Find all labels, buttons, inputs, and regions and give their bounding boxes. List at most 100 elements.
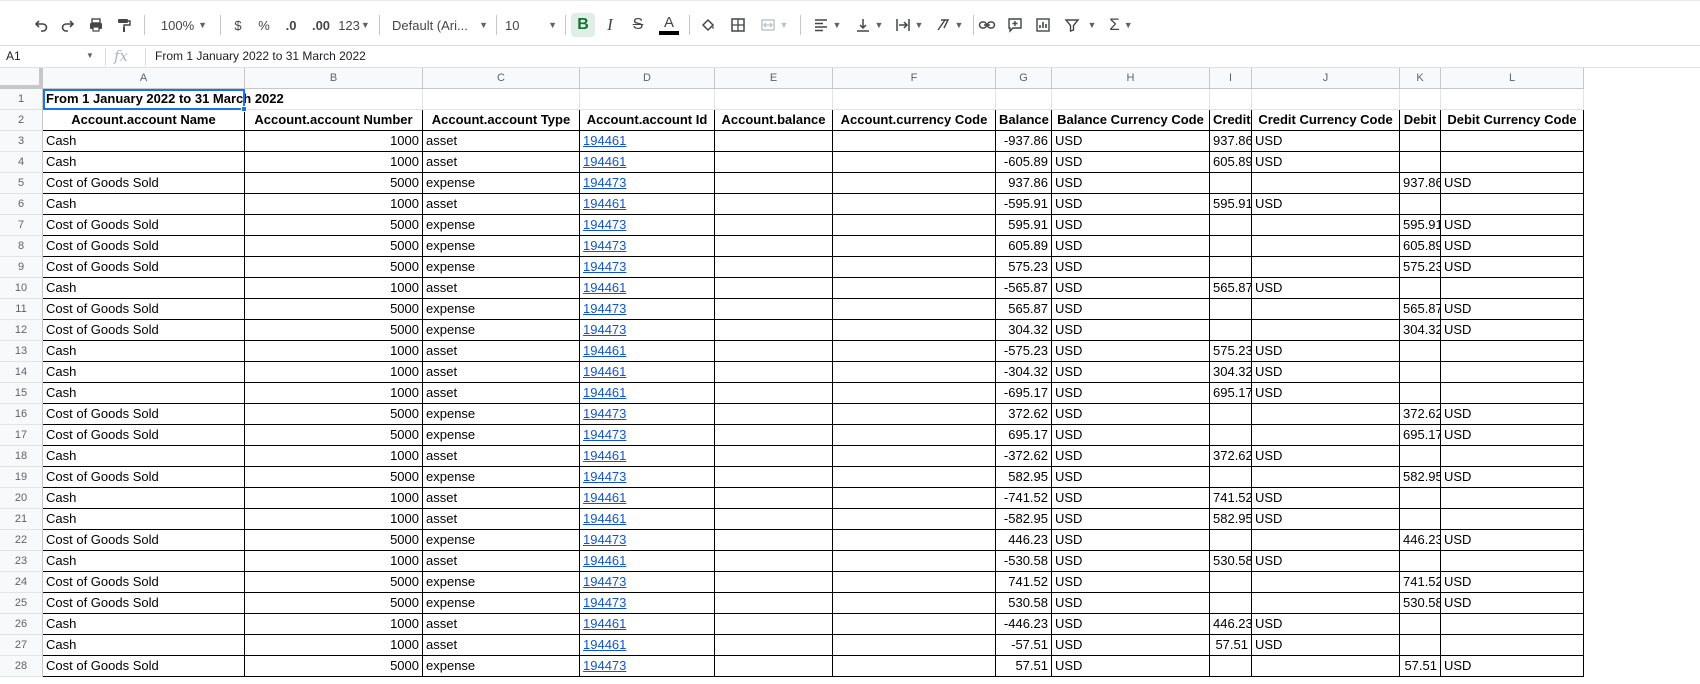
table-cell[interactable]: [833, 320, 996, 341]
table-cell[interactable]: [1210, 656, 1252, 677]
table-cell[interactable]: USD: [1252, 614, 1400, 635]
table-cell[interactable]: [1252, 572, 1400, 593]
text-wrapping-icon[interactable]: ▼: [892, 13, 926, 37]
table-cell[interactable]: USD: [1252, 446, 1400, 467]
table-cell[interactable]: 1000: [245, 152, 423, 173]
table-cell[interactable]: [1441, 194, 1584, 215]
table-cell[interactable]: [1441, 614, 1584, 635]
table-cell[interactable]: [833, 236, 996, 257]
account-id-link[interactable]: 194473: [580, 299, 715, 320]
account-id-link[interactable]: 194473: [580, 320, 715, 341]
table-cell[interactable]: -605.89: [996, 152, 1052, 173]
table-cell[interactable]: asset: [423, 635, 580, 656]
table-cell[interactable]: USD: [1052, 635, 1210, 656]
table-cell[interactable]: [715, 152, 833, 173]
table-cell[interactable]: USD: [1052, 257, 1210, 278]
table-cell[interactable]: USD: [1052, 341, 1210, 362]
table-cell[interactable]: [1441, 383, 1584, 404]
table-cell[interactable]: Cost of Goods Sold: [43, 257, 245, 278]
table-cell[interactable]: 304.32: [996, 320, 1052, 341]
table-cell[interactable]: [715, 257, 833, 278]
table-cell[interactable]: 5000: [245, 572, 423, 593]
table-cell[interactable]: [1441, 131, 1584, 152]
column-header-e[interactable]: E: [715, 68, 833, 89]
table-cell[interactable]: USD: [1252, 362, 1400, 383]
table-cell[interactable]: Cost of Goods Sold: [43, 425, 245, 446]
table-cell[interactable]: [1210, 593, 1252, 614]
table-cell[interactable]: Cost of Goods Sold: [43, 236, 245, 257]
table-cell[interactable]: [833, 299, 996, 320]
row-header-9[interactable]: 9: [0, 257, 43, 278]
table-cell[interactable]: [1400, 635, 1441, 656]
table-cell[interactable]: 575.23: [996, 257, 1052, 278]
column-header-k[interactable]: K: [1400, 68, 1441, 89]
zoom-select[interactable]: 100% ▼: [155, 13, 213, 37]
table-cell[interactable]: USD: [1052, 446, 1210, 467]
column-header-a[interactable]: A: [43, 68, 245, 89]
table-cell[interactable]: USD: [1252, 278, 1400, 299]
table-cell[interactable]: asset: [423, 551, 580, 572]
table-cell[interactable]: 575.23: [1210, 341, 1252, 362]
table-cell[interactable]: 372.62: [1210, 446, 1252, 467]
table-cell[interactable]: USD: [1052, 530, 1210, 551]
table-cell[interactable]: USD: [1441, 215, 1584, 236]
table-cell[interactable]: USD: [1052, 593, 1210, 614]
row-header-24[interactable]: 24: [0, 572, 43, 593]
table-cell[interactable]: asset: [423, 278, 580, 299]
column-header-f[interactable]: F: [833, 68, 996, 89]
table-cell[interactable]: [1400, 446, 1441, 467]
table-cell[interactable]: [1252, 530, 1400, 551]
table-cell[interactable]: 595.91: [1210, 194, 1252, 215]
account-id-link[interactable]: 194473: [580, 236, 715, 257]
table-cell[interactable]: 1000: [245, 446, 423, 467]
table-cell[interactable]: -695.17: [996, 383, 1052, 404]
table-cell[interactable]: USD: [1441, 236, 1584, 257]
table-cell[interactable]: [715, 572, 833, 593]
table-cell[interactable]: Cash: [43, 362, 245, 383]
table-cell[interactable]: [715, 131, 833, 152]
table-cell[interactable]: -304.32: [996, 362, 1052, 383]
table-cell[interactable]: USD: [1052, 215, 1210, 236]
account-id-link[interactable]: 194473: [580, 257, 715, 278]
column-header-b[interactable]: B: [245, 68, 423, 89]
table-cell[interactable]: USD: [1052, 362, 1210, 383]
account-id-link[interactable]: 194461: [580, 551, 715, 572]
table-cell[interactable]: [1210, 404, 1252, 425]
table-cell[interactable]: [715, 614, 833, 635]
table-cell[interactable]: Cost of Goods Sold: [43, 299, 245, 320]
table-cell[interactable]: 565.87: [1400, 299, 1441, 320]
row-header-19[interactable]: 19: [0, 467, 43, 488]
table-cell[interactable]: [1252, 236, 1400, 257]
select-all-corner[interactable]: [0, 68, 43, 89]
empty-cell[interactable]: [996, 89, 1052, 110]
fill-handle[interactable]: [241, 106, 247, 112]
table-cell[interactable]: 1000: [245, 635, 423, 656]
empty-cell[interactable]: [1441, 89, 1584, 110]
strikethrough-button[interactable]: S: [628, 13, 648, 37]
table-cell[interactable]: [1252, 467, 1400, 488]
table-cell[interactable]: 530.58: [996, 593, 1052, 614]
table-cell[interactable]: [833, 404, 996, 425]
column-title-cell[interactable]: Account.account Type: [423, 110, 580, 131]
table-cell[interactable]: expense: [423, 173, 580, 194]
table-cell[interactable]: [1252, 299, 1400, 320]
table-cell[interactable]: expense: [423, 299, 580, 320]
table-cell[interactable]: [715, 446, 833, 467]
column-title-cell[interactable]: Debit: [1400, 110, 1441, 131]
table-cell[interactable]: expense: [423, 593, 580, 614]
table-cell[interactable]: Cash: [43, 341, 245, 362]
table-cell[interactable]: [1210, 236, 1252, 257]
column-title-cell[interactable]: Credit Currency Code: [1252, 110, 1400, 131]
more-formats-button[interactable]: 123 ▼: [337, 13, 371, 37]
empty-cell[interactable]: [1252, 89, 1400, 110]
row-header-23[interactable]: 23: [0, 551, 43, 572]
table-cell[interactable]: [1400, 509, 1441, 530]
table-cell[interactable]: 741.52: [996, 572, 1052, 593]
column-header-d[interactable]: D: [580, 68, 715, 89]
table-cell[interactable]: [833, 614, 996, 635]
column-title-cell[interactable]: Balance: [996, 110, 1052, 131]
table-cell[interactable]: 304.32: [1210, 362, 1252, 383]
column-header-h[interactable]: H: [1052, 68, 1210, 89]
table-cell[interactable]: USD: [1052, 320, 1210, 341]
empty-cell[interactable]: [1210, 89, 1252, 110]
